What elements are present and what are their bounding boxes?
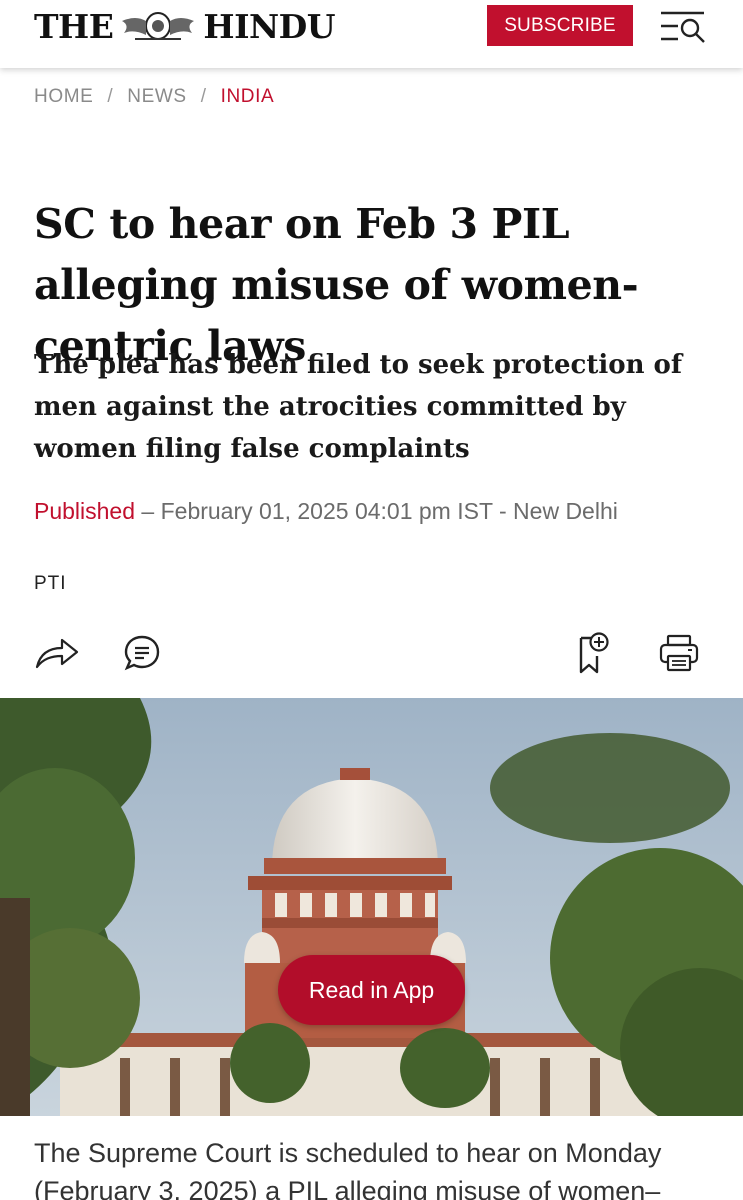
breadcrumb: HOME / NEWS / INDIA bbox=[34, 86, 274, 108]
logo-word-the: THE bbox=[34, 6, 114, 46]
logo-word-hindu: HINDU bbox=[203, 6, 336, 46]
breadcrumb-separator: / bbox=[200, 86, 207, 107]
print-button[interactable] bbox=[656, 630, 702, 676]
bookmark-add-icon bbox=[579, 632, 609, 674]
site-logo[interactable]: THE HINDU bbox=[34, 6, 336, 46]
share-button[interactable] bbox=[34, 630, 80, 676]
breadcrumb-separator: / bbox=[107, 86, 114, 107]
bookmark-button[interactable] bbox=[569, 630, 615, 676]
comment-button[interactable] bbox=[119, 630, 165, 676]
article-author[interactable]: PTI bbox=[34, 573, 67, 595]
published-meta: – February 01, 2025 04:01 pm IST - New D… bbox=[135, 498, 618, 524]
published-label: Published bbox=[34, 498, 136, 524]
menu-search-icon[interactable] bbox=[660, 10, 706, 44]
breadcrumb-home[interactable]: HOME bbox=[34, 86, 93, 108]
breadcrumb-news[interactable]: NEWS bbox=[127, 86, 186, 108]
print-icon bbox=[659, 634, 699, 672]
supreme-court-photo bbox=[0, 698, 743, 1116]
article-hero-image bbox=[0, 698, 743, 1116]
article-subheadline: The plea has been filed to seek protecti… bbox=[34, 350, 683, 464]
logo-crest-icon bbox=[122, 12, 195, 40]
share-icon bbox=[35, 638, 79, 669]
article-body-text: The Supreme Court is scheduled to hear o… bbox=[34, 1138, 662, 1200]
read-in-app-button[interactable]: Read in App bbox=[278, 955, 465, 1025]
publish-info: Published – February 01, 2025 04:01 pm I… bbox=[34, 498, 618, 525]
breadcrumb-india[interactable]: INDIA bbox=[221, 86, 275, 108]
comment-icon bbox=[124, 635, 160, 671]
subscribe-button[interactable]: SUBSCRIBE bbox=[487, 5, 633, 46]
site-header: THE HINDU SUBSCRIBE bbox=[0, 0, 743, 68]
